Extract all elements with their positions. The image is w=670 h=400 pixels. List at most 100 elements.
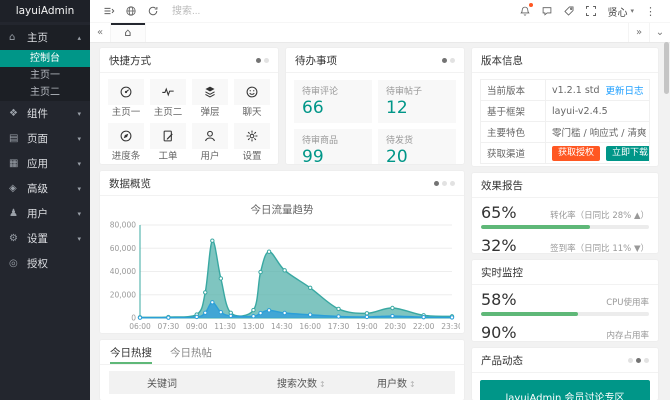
- tab-hot-posts[interactable]: 今日热帖: [170, 340, 212, 364]
- carousel-dot[interactable]: [450, 181, 455, 186]
- sidebar-nav: ⌂ 主页 ▴ 控制台 主页一 主页二 ❖ 组件 ▾ ▤ 页面 ▾: [0, 22, 90, 400]
- area-chart-canvas: 020,00040,00060,00080,00006:0007:3009:00…: [104, 219, 460, 333]
- current-version: v1.2.1 std: [552, 85, 600, 96]
- fullscreen-icon[interactable]: [580, 0, 602, 22]
- carousel-dot[interactable]: [628, 358, 633, 363]
- message-icon[interactable]: [536, 0, 558, 22]
- tabs-scroll-left-button[interactable]: «: [90, 23, 111, 42]
- sidebar-item-console[interactable]: 控制台: [0, 50, 90, 67]
- carousel-dot[interactable]: [256, 58, 261, 63]
- collapse-menu-icon[interactable]: [98, 0, 120, 22]
- table-row: 1 贤心是男是女 8520 2216: [109, 394, 455, 400]
- card-shortcuts: 快捷方式 主页一: [100, 48, 278, 164]
- carousel-dot[interactable]: [636, 358, 641, 363]
- shortcut-home-1[interactable]: 主页一: [108, 79, 144, 118]
- sidebar-item-label: 应用: [27, 156, 77, 171]
- carousel-dot[interactable]: [264, 58, 269, 63]
- version-row: 获取渠道 获取授权 立即下载: [481, 143, 649, 163]
- sidebar-item-apps[interactable]: ▦ 应用 ▾: [0, 151, 90, 176]
- users-column-header: 用户数↕: [371, 371, 455, 394]
- shortcut-settings[interactable]: 设置: [234, 123, 270, 162]
- website-icon[interactable]: [120, 0, 142, 22]
- home-tab-icon: ⌂: [125, 26, 132, 39]
- tag-icon[interactable]: [558, 0, 580, 22]
- carousel-dot[interactable]: [442, 58, 447, 63]
- sidebar-item-home[interactable]: ⌂ 主页 ▴: [0, 25, 90, 50]
- shortcut-progress[interactable]: 进度条: [108, 123, 144, 162]
- shortcut-layer[interactable]: 弹层: [192, 79, 228, 118]
- shortcut-user[interactable]: 用户: [192, 123, 228, 162]
- svg-text:06:00: 06:00: [129, 322, 151, 331]
- sidebar: layuiAdmin ⌂ 主页 ▴ 控制台 主页一 主页二 ❖ 组件 ▾: [0, 0, 90, 400]
- tabbar-spacer: [146, 23, 628, 42]
- header-right-icons: 贤心 ▾ ⋮: [514, 0, 662, 22]
- gear-icon: ⚙: [9, 233, 23, 244]
- carousel-dot[interactable]: [450, 58, 455, 63]
- tabs-scroll-right-button[interactable]: »: [628, 23, 649, 42]
- sidebar-item-home-1[interactable]: 主页一: [0, 67, 90, 84]
- sidebar-item-authorization[interactable]: ◎ 授权: [0, 251, 90, 276]
- card-title: 数据概览: [109, 176, 151, 191]
- carousel-dots: [628, 358, 649, 363]
- keyword-column-header: 关键词: [141, 371, 271, 394]
- sidebar-item-components[interactable]: ❖ 组件 ▾: [0, 101, 90, 126]
- scrollbar[interactable]: [664, 42, 669, 398]
- carousel-dot[interactable]: [434, 181, 439, 186]
- progress-row-memory: 90% 内存占用率: [472, 318, 658, 341]
- svg-text:14:30: 14:30: [271, 322, 293, 331]
- todo-pending-goods[interactable]: 待审商品 99: [294, 129, 372, 164]
- pulse-icon: [161, 85, 175, 99]
- carousel-dot[interactable]: [644, 358, 649, 363]
- progress-row-signin: 32% 签到率（日同比 11% ▼）: [472, 231, 658, 253]
- sort-icon[interactable]: ↕: [409, 380, 416, 389]
- sidebar-item-advanced[interactable]: ◈ 高级 ▾: [0, 176, 90, 201]
- tab-home[interactable]: ⌂: [111, 23, 146, 42]
- sidebar-item-users[interactable]: ♟ 用户 ▾: [0, 201, 90, 226]
- svg-text:60,000: 60,000: [110, 244, 136, 253]
- rank-cell: 1: [109, 394, 141, 400]
- users-cell: 2216: [371, 394, 455, 400]
- notification-bell-icon[interactable]: [514, 0, 536, 22]
- chevron-down-icon: ▾: [77, 110, 81, 118]
- todo-pending-comments[interactable]: 待审评论 66: [294, 80, 372, 123]
- refresh-icon[interactable]: [142, 0, 164, 22]
- todo-pending-posts[interactable]: 待审帖子 12: [378, 80, 456, 123]
- shortcut-home-2[interactable]: 主页二: [150, 79, 186, 118]
- notification-badge: [529, 3, 533, 7]
- user-icon: ♟: [9, 208, 23, 219]
- user-icon: [203, 129, 217, 143]
- shortcut-chat[interactable]: 聊天: [234, 79, 270, 118]
- sidebar-item-label: 授权: [27, 256, 81, 271]
- traffic-trend-chart: 020,00040,00060,00080,00006:0007:3009:00…: [100, 217, 464, 333]
- card-title: 效果报告: [481, 178, 523, 193]
- user-menu[interactable]: 贤心 ▾: [602, 4, 639, 19]
- progress-bar: [481, 312, 649, 316]
- download-button[interactable]: 立即下载: [606, 146, 649, 161]
- card-title: 产品动态: [481, 353, 523, 368]
- gear-icon: [245, 129, 259, 143]
- more-menu-icon[interactable]: ⋮: [639, 5, 662, 18]
- svg-text:11:30: 11:30: [214, 322, 236, 331]
- tab-hot-search[interactable]: 今日热搜: [110, 340, 152, 364]
- todo-count: 66: [302, 98, 364, 118]
- framework-version: layui-v2.4.5: [546, 104, 649, 119]
- get-license-button[interactable]: 获取授权: [552, 146, 600, 161]
- shortcut-ticket[interactable]: 工单: [150, 123, 186, 162]
- sidebar-item-home-2[interactable]: 主页二: [0, 84, 90, 101]
- card-version-info: 版本信息 当前版本 v1.2.1 std 更新日志 基于框架 layui-v2.…: [472, 48, 658, 166]
- carousel-dot[interactable]: [442, 181, 447, 186]
- sort-icon[interactable]: ↕: [319, 380, 326, 389]
- member-forum-banner[interactable]: layuiAdmin 会员讨论专区: [480, 380, 650, 400]
- todo-pending-shipment[interactable]: 待发货 20: [378, 129, 456, 164]
- tabs-menu-button[interactable]: ⌄: [649, 23, 670, 42]
- scrollbar-thumb[interactable]: [664, 42, 669, 94]
- sidebar-item-pages[interactable]: ▤ 页面 ▾: [0, 126, 90, 151]
- compass-icon: [119, 129, 133, 143]
- changelog-link[interactable]: 更新日志: [606, 83, 644, 97]
- sidebar-item-settings[interactable]: ⚙ 设置 ▾: [0, 226, 90, 251]
- sidebar-group-home: ⌂ 主页 ▴ 控制台 主页一 主页二: [0, 25, 90, 101]
- search-input[interactable]: [170, 5, 284, 18]
- svg-text:22:00: 22:00: [413, 322, 435, 331]
- percent-value: 90%: [481, 323, 517, 341]
- chevron-down-icon: ▾: [77, 185, 81, 193]
